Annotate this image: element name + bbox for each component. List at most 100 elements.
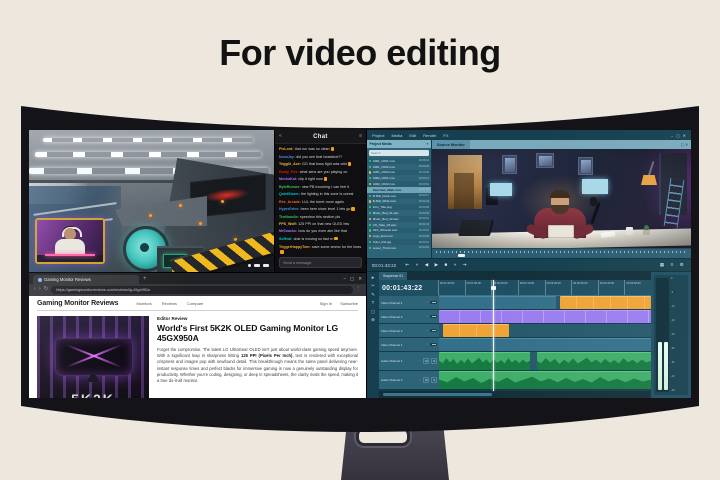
solo-button[interactable]: S — [431, 377, 437, 383]
video-editor-window[interactable]: ProjectMediaEditRenderFX–◻✕ Project Medi… — [366, 130, 691, 398]
track-toggle[interactable] — [430, 329, 437, 333]
chat-username[interactable]: QuietStorm: — [279, 192, 301, 196]
scrubber-handle[interactable] — [458, 254, 465, 257]
browser-menu-icon[interactable]: ⋮ — [356, 287, 362, 293]
back-icon[interactable]: ‹ — [34, 287, 36, 293]
transport-option-icon[interactable]: ▦ — [658, 263, 667, 268]
chat-username[interactable]: MechaKat: — [279, 177, 298, 181]
purple-clip[interactable] — [439, 310, 651, 323]
new-tab-button[interactable]: + — [143, 275, 147, 284]
preview-tab[interactable]: Source Monitor — [432, 140, 470, 149]
preview-scrubber[interactable] — [432, 248, 691, 258]
mute-button[interactable]: M — [423, 377, 429, 383]
solo-button[interactable]: S — [431, 358, 437, 364]
reload-icon[interactable]: ↻ — [44, 287, 49, 293]
window-control-icon[interactable]: ▢ — [350, 277, 354, 282]
tool-icon[interactable]: T — [372, 301, 375, 305]
transport-option-icon[interactable]: ⚙ — [678, 263, 687, 268]
site-nav-link[interactable]: Compare — [187, 301, 203, 306]
transport-option-icon[interactable]: ≡ — [668, 263, 675, 268]
track-header[interactable]: Video Channel 4◌ — [379, 296, 439, 309]
track-lock-icon[interactable]: ◌ — [426, 315, 428, 318]
chat-username[interactable]: HyperDrive: — [279, 207, 301, 211]
project-file-list[interactable]: A001_C001.mov00:08:12A001_C002.mov00:04:… — [367, 158, 431, 258]
audio-clip[interactable] — [439, 352, 530, 370]
chat-message-list[interactable]: PixLord: that run was so cleanNovaJay: d… — [275, 144, 366, 254]
editor-menu-item[interactable]: Media — [391, 133, 402, 138]
tool-icon[interactable]: ◻ — [371, 310, 375, 314]
chat-username[interactable]: ByteRunner: — [279, 185, 302, 189]
track-header[interactable]: Audio Channel 2◌MS — [379, 371, 439, 389]
chat-username[interactable]: Dusty_Fox: — [279, 170, 300, 174]
track-header[interactable]: Audio Channel 1◌MS — [379, 352, 439, 370]
chat-username[interactable]: MrSnacks: — [279, 229, 298, 233]
chat-username[interactable]: Trigg3r_Ace: — [279, 162, 302, 166]
audio-clip[interactable] — [537, 352, 651, 370]
track-lock-icon[interactable]: ◌ — [420, 379, 422, 382]
transport-button[interactable]: » — [452, 263, 459, 268]
track-lane[interactable] — [439, 338, 651, 351]
track-toggle[interactable] — [430, 315, 437, 319]
editor-menu-item[interactable]: Edit — [409, 133, 416, 138]
tool-icon[interactable]: ✎ — [371, 293, 375, 297]
window-control-icon[interactable]: – — [343, 277, 346, 282]
chat-users-icon[interactable]: ≡ — [359, 134, 362, 139]
chat-username[interactable]: Rex_Arcade: — [279, 200, 302, 204]
track-toggle[interactable] — [430, 343, 437, 347]
site-logo[interactable]: Gaming Monitor Reviews — [37, 300, 118, 307]
transport-button[interactable]: ▶ — [432, 263, 440, 268]
chat-username[interactable]: SoReal: — [279, 237, 294, 241]
track-lock-icon[interactable]: ◌ — [426, 329, 428, 332]
project-file-row[interactable]: Lower_Third.mov00:00:06 — [367, 245, 431, 251]
track-lock-icon[interactable]: ◌ — [426, 301, 428, 304]
timeline-scrollbar[interactable] — [379, 391, 651, 398]
tool-icon[interactable]: ► — [371, 276, 375, 280]
preview-panel-icons[interactable]: ◻ ✕ — [681, 142, 691, 147]
chat-username[interactable]: NovaJay: — [279, 155, 296, 159]
url-field[interactable]: https://gamingmonitorreviews.com/reviews… — [51, 286, 352, 294]
video-clip[interactable] — [439, 296, 556, 309]
track-header[interactable]: Video Channel 1◌ — [379, 338, 439, 351]
window-control-icon[interactable]: ✕ — [683, 133, 686, 138]
track-lane[interactable] — [439, 324, 651, 337]
editor-menu-item[interactable]: Render — [423, 133, 436, 138]
window-control-icon[interactable]: – — [671, 133, 673, 138]
chat-collapse-icon[interactable]: « — [279, 134, 282, 139]
chat-username[interactable]: FPS_Wolf: — [279, 222, 298, 226]
chat-username[interactable]: TheNoodle: — [279, 215, 300, 219]
transport-button[interactable]: ◀ — [423, 263, 431, 268]
audio-clip[interactable] — [439, 371, 651, 389]
editor-menu-item[interactable]: Project — [372, 133, 384, 138]
track-lane[interactable] — [439, 371, 651, 389]
window-control-icon[interactable]: ◻ — [676, 133, 679, 138]
project-search-input[interactable]: Search — [369, 150, 429, 156]
track-lock-icon[interactable]: ◌ — [420, 360, 422, 363]
chat-username[interactable]: TriggerHappyTom: — [279, 245, 312, 249]
transport-button[interactable]: ⇤ — [403, 263, 411, 268]
project-panel-menu-icon[interactable]: ≡ — [427, 142, 429, 146]
transport-button[interactable]: ⇥ — [460, 263, 468, 268]
game-window[interactable] — [29, 130, 274, 272]
orange-clip[interactable] — [560, 296, 651, 309]
tool-icon[interactable]: ⊕ — [371, 318, 375, 322]
chat-message-input[interactable]: Send a message — [279, 257, 362, 268]
timeline-ruler[interactable]: 00:01:40:0000:01:50:0000:02:00:0000:02:1… — [438, 280, 651, 296]
video-clip[interactable] — [439, 338, 651, 351]
mute-button[interactable]: M — [423, 358, 429, 364]
browser-tab[interactable]: Gaming Monitor Reviews — [33, 275, 139, 284]
chat-username[interactable]: PixLord: — [279, 147, 295, 151]
orange-clip[interactable] — [443, 324, 509, 337]
track-header[interactable]: Video Channel 2◌ — [379, 324, 439, 337]
site-action-link[interactable]: Sign In — [320, 301, 332, 306]
video-preview[interactable] — [432, 149, 691, 248]
forward-icon[interactable]: › — [39, 287, 41, 293]
track-lock-icon[interactable]: ◌ — [426, 343, 428, 346]
window-control-icon[interactable]: ✕ — [358, 277, 362, 282]
track-lane[interactable] — [439, 352, 651, 370]
transport-button[interactable]: ■ — [442, 263, 449, 268]
track-toggle[interactable] — [430, 301, 437, 305]
sequence-tab[interactable]: Sequence 01 — [379, 272, 407, 280]
track-header[interactable]: Video Channel 3◌ — [379, 310, 439, 323]
scrollbar-thumb[interactable] — [383, 393, 492, 396]
track-lane[interactable] — [439, 310, 651, 323]
